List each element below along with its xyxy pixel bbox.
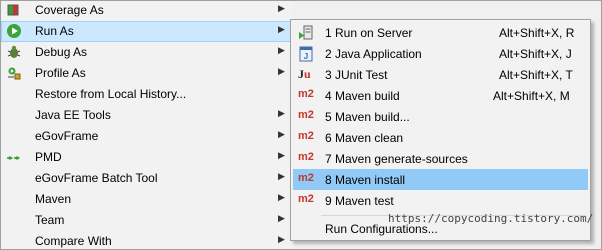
submenu-item-junit-test[interactable]: Ju 3 JUnit Test Alt+Shift+X, T <box>293 64 588 85</box>
menu-item-egovframe-batch-tool[interactable]: eGovFrame Batch Tool ▶ <box>1 168 293 189</box>
submenu-arrow-icon: ▶ <box>278 171 285 181</box>
menu-item-label: eGovFrame <box>35 129 99 143</box>
submenu-item-label: 6 Maven clean <box>325 131 404 145</box>
java-app-icon: J <box>298 46 316 62</box>
menu-item-pmd[interactable]: PMD ▶ <box>1 147 293 168</box>
shortcut-label: Alt+Shift+X, J <box>499 47 572 61</box>
submenu-item-label: 5 Maven build... <box>325 110 410 124</box>
submenu-item-label: 4 Maven build <box>325 89 400 103</box>
menu-item-label: Debug As <box>35 45 88 59</box>
coverage-icon <box>6 2 22 18</box>
menu-item-egovframe[interactable]: eGovFrame ▶ <box>1 126 293 147</box>
junit-u-glyph: u <box>304 67 311 81</box>
menu-item-label: Team <box>35 213 65 227</box>
m2-icon: m2 <box>298 88 314 100</box>
menu-item-profile-as[interactable]: Profile As ▶ <box>1 63 293 84</box>
menu-item-run-as[interactable]: Run As ▶ <box>1 21 293 42</box>
menu-item-label: Java EE Tools <box>35 108 111 122</box>
server-icon <box>298 25 316 41</box>
submenu-item-maven-build-dialog[interactable]: m2 5 Maven build... <box>293 106 588 127</box>
submenu-arrow-icon: ▶ <box>278 129 285 139</box>
submenu-item-maven-test[interactable]: m2 9 Maven test <box>293 190 588 211</box>
submenu-item-maven-install[interactable]: m2 8 Maven install <box>293 169 588 190</box>
submenu-arrow-icon: ▶ <box>278 234 285 244</box>
menu-item-label: Restore from Local History... <box>35 87 187 101</box>
shortcut-label: Alt+Shift+X, M <box>493 89 570 103</box>
menu-item-java-ee-tools[interactable]: Java EE Tools ▶ <box>1 105 293 126</box>
submenu-arrow-icon: ▶ <box>278 3 285 13</box>
m2-icon: m2 <box>298 130 314 142</box>
submenu-item-label: 2 Java Application <box>325 47 422 61</box>
submenu-arrow-icon: ▶ <box>278 45 285 55</box>
run-as-submenu: 1 Run on Server Alt+Shift+X, R J 2 Java … <box>290 19 591 241</box>
menu-item-compare-with[interactable]: Compare With ▶ <box>1 231 293 249</box>
submenu-item-label: 9 Maven test <box>325 194 394 208</box>
svg-text:J: J <box>304 52 308 61</box>
shortcut-label: Alt+Shift+X, T <box>499 68 573 82</box>
menu-item-label: PMD <box>35 150 62 164</box>
menu-item-label: Maven <box>35 192 72 206</box>
submenu-arrow-icon: ▶ <box>278 66 285 76</box>
menu-item-coverage-as[interactable]: Coverage As ▶ <box>1 1 293 21</box>
m2-icon: m2 <box>298 109 314 121</box>
submenu-arrow-icon: ▶ <box>278 150 285 160</box>
pmd-icon <box>6 149 22 165</box>
m2-icon: m2 <box>298 193 314 205</box>
menu-item-label: Run As <box>35 24 74 38</box>
submenu-item-label: 7 Maven generate-sources <box>325 152 468 166</box>
run-icon <box>6 23 22 39</box>
menu-item-label: Coverage As <box>35 3 104 17</box>
context-menu: Coverage As ▶ Run As ▶ Debug As ▶ Profil… <box>1 1 293 249</box>
submenu-item-maven-clean[interactable]: m2 6 Maven clean <box>293 127 588 148</box>
submenu-item-maven-build[interactable]: m2 4 Maven build Alt+Shift+X, M <box>293 85 588 106</box>
submenu-item-run-on-server[interactable]: 1 Run on Server Alt+Shift+X, R <box>293 22 588 43</box>
profile-icon <box>6 65 22 81</box>
menu-item-team[interactable]: Team ▶ <box>1 210 293 231</box>
menu-item-label: Compare With <box>35 234 112 248</box>
submenu-arrow-icon: ▶ <box>278 108 285 118</box>
debug-icon <box>6 44 22 60</box>
m2-icon: m2 <box>298 151 314 163</box>
menu-item-debug-as[interactable]: Debug As ▶ <box>1 42 293 63</box>
submenu-item-label: 1 Run on Server <box>325 26 413 40</box>
submenu-arrow-icon: ▶ <box>278 213 285 223</box>
screenshot-stage: Coverage As ▶ Run As ▶ Debug As ▶ Profil… <box>0 0 602 250</box>
menu-item-maven[interactable]: Maven ▶ <box>1 189 293 210</box>
submenu-item-maven-generate-sources[interactable]: m2 7 Maven generate-sources <box>293 148 588 169</box>
shortcut-label: Alt+Shift+X, R <box>499 26 575 40</box>
submenu-arrow-icon: ▶ <box>278 192 285 202</box>
submenu-item-label: 3 JUnit Test <box>325 68 388 82</box>
junit-icon: Ju <box>298 67 311 81</box>
m2-icon: m2 <box>298 172 314 184</box>
menu-item-label: eGovFrame Batch Tool <box>35 171 158 185</box>
watermark-url: https://copycoding.tistory.com/ <box>388 212 594 225</box>
submenu-arrow-icon: ▶ <box>278 24 285 34</box>
submenu-item-label: 8 Maven install <box>325 173 406 187</box>
menu-item-label: Profile As <box>35 66 86 80</box>
menu-item-restore-local-history[interactable]: Restore from Local History... <box>1 84 293 105</box>
submenu-item-java-application[interactable]: J 2 Java Application Alt+Shift+X, J <box>293 43 588 64</box>
